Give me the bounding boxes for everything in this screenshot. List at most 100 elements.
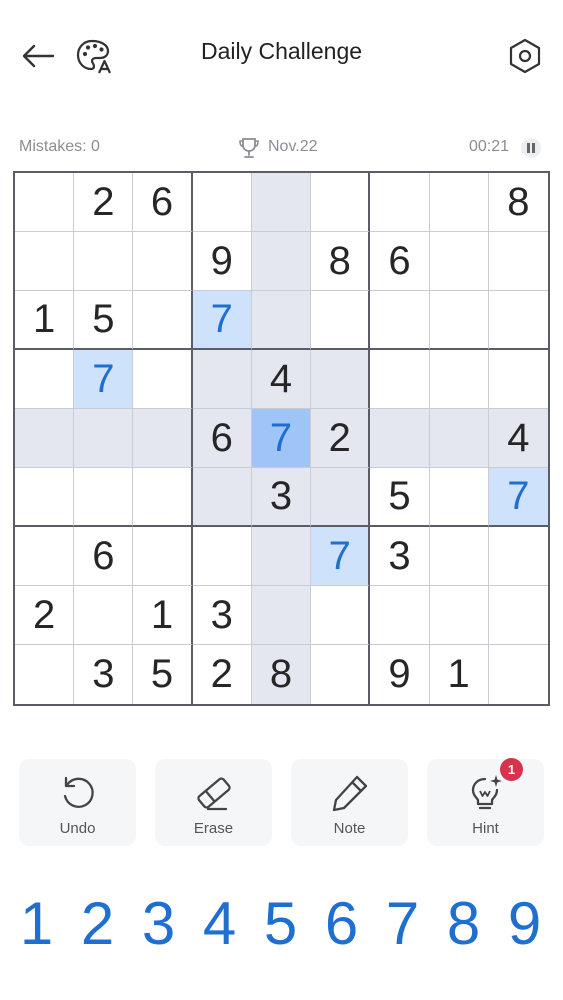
cell-r2-c7[interactable]: 6 xyxy=(370,232,430,291)
cell-r4-c2[interactable]: 7 xyxy=(74,350,134,409)
erase-button[interactable]: Erase xyxy=(155,759,272,846)
cell-r1-c8[interactable] xyxy=(429,173,489,232)
cell-r6-c6[interactable] xyxy=(311,468,371,527)
settings-hexagon-icon xyxy=(509,38,541,74)
cell-r6-c5[interactable]: 3 xyxy=(251,468,312,527)
cell-r3-c6[interactable] xyxy=(311,291,371,350)
cell-r3-c9[interactable] xyxy=(488,291,548,350)
numpad-1[interactable]: 1 xyxy=(6,888,67,960)
cell-r7-c9[interactable] xyxy=(488,527,548,586)
cell-r8-c5[interactable] xyxy=(251,586,312,645)
cell-r4-c1[interactable] xyxy=(15,350,75,409)
cell-r9-c6[interactable] xyxy=(311,645,371,704)
cell-r3-c1[interactable]: 1 xyxy=(15,291,75,350)
cell-r6-c3[interactable] xyxy=(133,468,193,527)
cell-r6-c4[interactable] xyxy=(192,468,252,527)
note-button[interactable]: Note xyxy=(291,759,408,846)
hint-button[interactable]: Hint xyxy=(427,759,544,846)
cell-r4-c8[interactable] xyxy=(429,350,489,409)
cell-r1-c9[interactable]: 8 xyxy=(488,173,548,232)
cell-r5-c8[interactable] xyxy=(429,409,489,468)
cell-r1-c6[interactable] xyxy=(311,173,371,232)
cell-r7-c7[interactable]: 3 xyxy=(370,527,430,586)
cell-r8-c1[interactable]: 2 xyxy=(15,586,75,645)
cell-r7-c1[interactable] xyxy=(15,527,75,586)
cell-r8-c9[interactable] xyxy=(488,586,548,645)
cell-r2-c8[interactable] xyxy=(429,232,489,291)
challenge-date: Nov.22 xyxy=(268,138,318,155)
cell-r9-c3[interactable]: 5 xyxy=(133,645,193,704)
cell-r7-c3[interactable] xyxy=(133,527,193,586)
undo-icon xyxy=(63,776,94,808)
cell-r4-c3[interactable] xyxy=(133,350,193,409)
pause-button[interactable] xyxy=(521,138,541,158)
cell-r3-c3[interactable] xyxy=(133,291,193,350)
cell-r8-c7[interactable] xyxy=(370,586,430,645)
cell-r5-c3[interactable] xyxy=(133,409,193,468)
cell-r7-c8[interactable] xyxy=(429,527,489,586)
cell-r3-c7[interactable] xyxy=(370,291,430,350)
cell-r1-c4[interactable] xyxy=(192,173,252,232)
cell-r5-c6[interactable]: 2 xyxy=(311,409,371,468)
cell-r1-c2[interactable]: 2 xyxy=(74,173,134,232)
cell-r9-c7[interactable]: 9 xyxy=(370,645,430,704)
cell-r5-c5[interactable]: 7 xyxy=(251,409,312,468)
cell-r2-c1[interactable] xyxy=(15,232,75,291)
eraser-icon xyxy=(196,777,231,811)
cell-r2-c9[interactable] xyxy=(488,232,548,291)
settings-button[interactable] xyxy=(505,36,545,76)
cell-r9-c8[interactable]: 1 xyxy=(429,645,489,704)
cell-r3-c5[interactable] xyxy=(251,291,312,350)
cell-r6-c8[interactable] xyxy=(429,468,489,527)
cell-r8-c2[interactable] xyxy=(74,586,134,645)
numpad-8[interactable]: 8 xyxy=(433,888,494,960)
cell-r3-c8[interactable] xyxy=(429,291,489,350)
cell-r8-c3[interactable]: 1 xyxy=(133,586,193,645)
cell-r2-c2[interactable] xyxy=(74,232,134,291)
numpad-7[interactable]: 7 xyxy=(372,888,433,960)
cell-r3-c2[interactable]: 5 xyxy=(74,291,134,350)
cell-r6-c2[interactable] xyxy=(74,468,134,527)
cell-r9-c4[interactable]: 2 xyxy=(192,645,252,704)
cell-r7-c6[interactable]: 7 xyxy=(311,527,371,586)
numpad-2[interactable]: 2 xyxy=(67,888,128,960)
cell-r3-c4[interactable]: 7 xyxy=(192,291,252,350)
cell-r1-c7[interactable] xyxy=(370,173,430,232)
numpad-3[interactable]: 3 xyxy=(128,888,189,960)
cell-r1-c1[interactable] xyxy=(15,173,75,232)
cell-r2-c3[interactable] xyxy=(133,232,193,291)
numpad-4[interactable]: 4 xyxy=(189,888,250,960)
cell-r8-c8[interactable] xyxy=(429,586,489,645)
numpad-5[interactable]: 5 xyxy=(250,888,311,960)
cell-r5-c9[interactable]: 4 xyxy=(488,409,548,468)
cell-r4-c6[interactable] xyxy=(311,350,371,409)
cell-r9-c5[interactable]: 8 xyxy=(251,645,312,704)
cell-r4-c7[interactable] xyxy=(370,350,430,409)
cell-r6-c7[interactable]: 5 xyxy=(370,468,430,527)
cell-r1-c3[interactable]: 6 xyxy=(133,173,193,232)
cell-r4-c5[interactable]: 4 xyxy=(251,350,312,409)
cell-r4-c4[interactable] xyxy=(192,350,252,409)
numpad-9[interactable]: 9 xyxy=(494,888,555,960)
cell-r2-c4[interactable]: 9 xyxy=(192,232,252,291)
cell-r6-c1[interactable] xyxy=(15,468,75,527)
cell-r2-c5[interactable] xyxy=(251,232,312,291)
cell-r5-c1[interactable] xyxy=(15,409,75,468)
cell-r9-c1[interactable] xyxy=(15,645,75,704)
cell-r5-c4[interactable]: 6 xyxy=(192,409,252,468)
cell-r5-c2[interactable] xyxy=(74,409,134,468)
cell-r8-c6[interactable] xyxy=(311,586,371,645)
cell-r7-c2[interactable]: 6 xyxy=(74,527,134,586)
cell-r5-c7[interactable] xyxy=(370,409,430,468)
cell-r8-c4[interactable]: 3 xyxy=(192,586,252,645)
cell-r9-c2[interactable]: 3 xyxy=(74,645,134,704)
cell-r7-c4[interactable] xyxy=(192,527,252,586)
numpad-6[interactable]: 6 xyxy=(311,888,372,960)
cell-r9-c9[interactable] xyxy=(488,645,548,704)
cell-r6-c9[interactable]: 7 xyxy=(488,468,548,527)
undo-button[interactable]: Undo xyxy=(19,759,136,846)
cell-r7-c5[interactable] xyxy=(251,527,312,586)
cell-r1-c5[interactable] xyxy=(251,173,312,232)
cell-r4-c9[interactable] xyxy=(488,350,548,409)
cell-r2-c6[interactable]: 8 xyxy=(311,232,371,291)
